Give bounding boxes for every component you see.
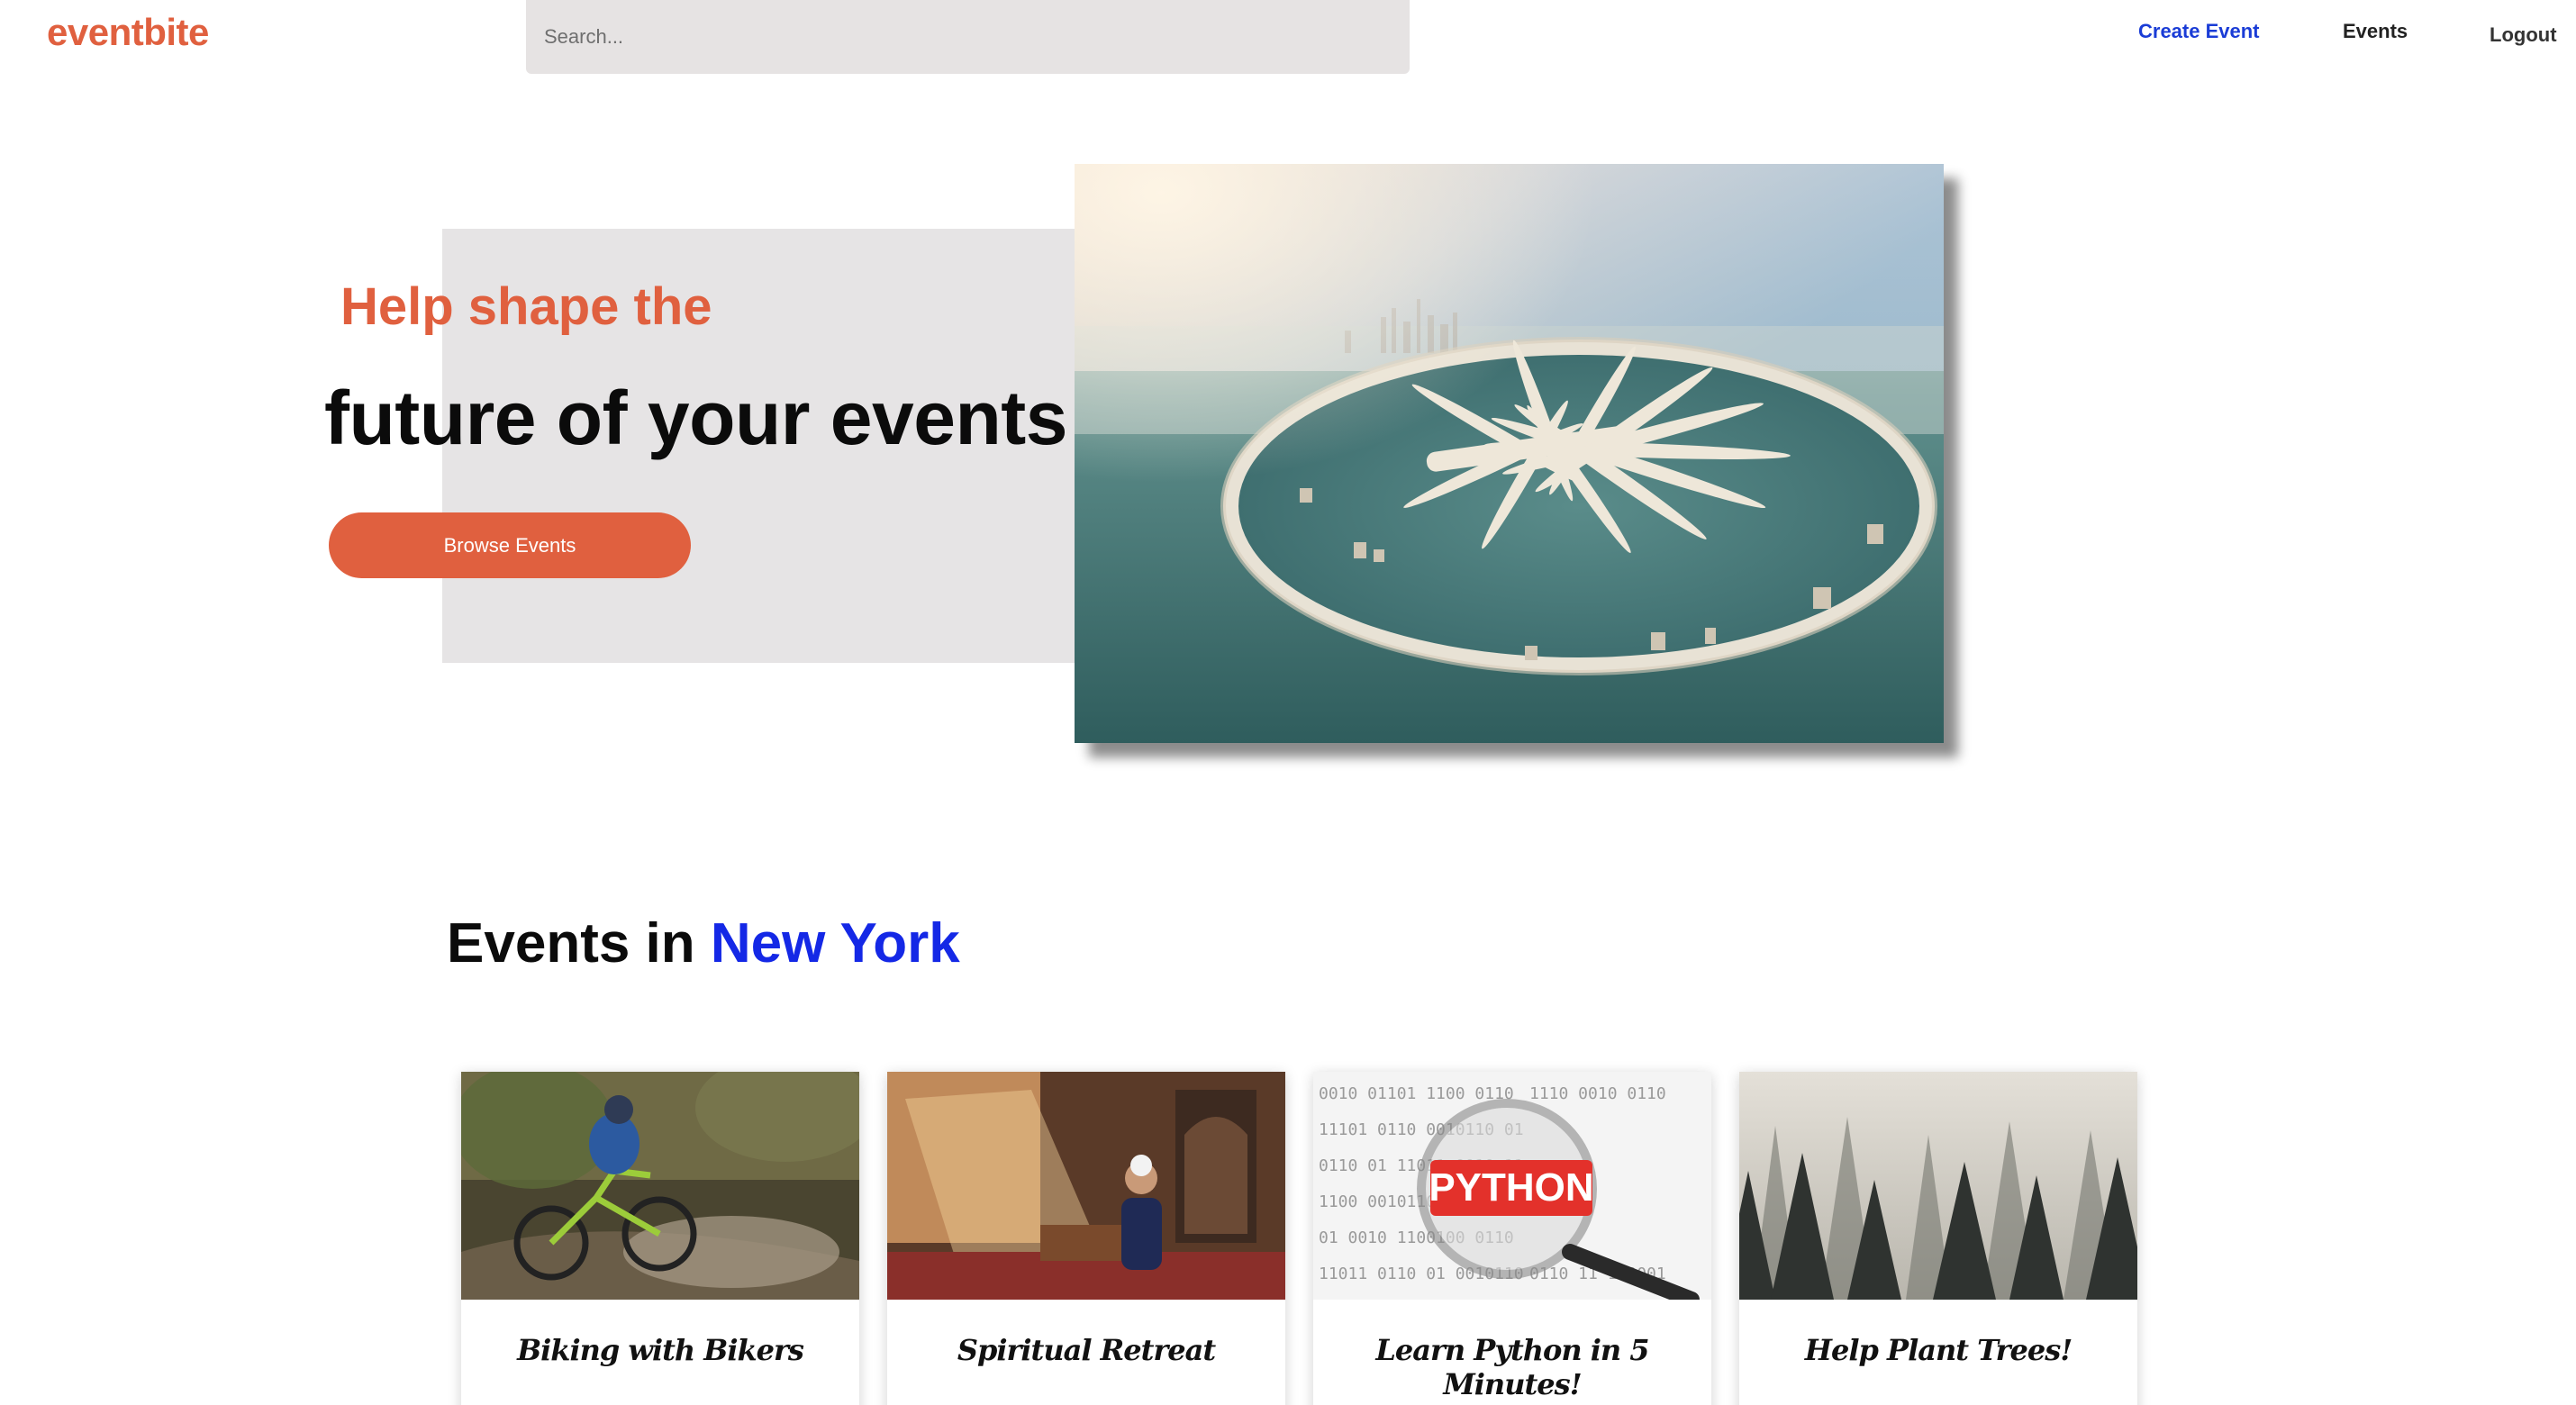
hero-subtitle: Help shape the [340, 277, 712, 336]
search-bar [526, 0, 1410, 74]
svg-text:0010 01101 1100 0110: 0010 01101 1100 0110 [1319, 1084, 1514, 1103]
event-card-learn-python[interactable]: 0010 01101 1100 0110 11101 0110 0010110 … [1313, 1072, 1711, 1405]
brand-logo[interactable]: eventbite [47, 9, 209, 56]
event-image-biking [461, 1072, 859, 1300]
python-badge-text: PYTHON [1429, 1165, 1593, 1210]
hero-title: future of your events [324, 376, 1067, 460]
mountain-bike-illustration [461, 1072, 859, 1300]
section-city[interactable]: New York [711, 912, 960, 974]
search-input[interactable] [526, 0, 1410, 74]
section-title-prefix: Events in [447, 912, 695, 974]
event-card-spiritual-retreat[interactable]: Spiritual Retreat [887, 1072, 1285, 1405]
python-magnifier-illustration: 0010 01101 1100 0110 11101 0110 0010110 … [1313, 1072, 1711, 1300]
event-title: Learn Python in 5 Minutes! [1375, 1333, 1649, 1401]
event-title: Biking with Bikers [517, 1333, 804, 1367]
event-card-plant-trees[interactable]: Help Plant Trees! [1739, 1072, 2137, 1405]
event-image-retreat [887, 1072, 1285, 1300]
event-title: Spiritual Retreat [957, 1333, 1216, 1367]
prayer-room-illustration [887, 1072, 1285, 1300]
palm-island-illustration [1075, 164, 1944, 743]
nav-create-event-link[interactable]: Create Event [2138, 20, 2260, 43]
misty-forest-illustration [1739, 1072, 2137, 1300]
browse-events-button[interactable]: Browse Events [329, 512, 691, 578]
event-card-biking[interactable]: Biking with Bikers [461, 1072, 859, 1405]
section-title: Events in New York [447, 908, 960, 980]
nav-events-link[interactable]: Events [2343, 20, 2408, 43]
nav-logout-link[interactable]: Logout [2490, 23, 2557, 47]
event-title: Help Plant Trees! [1804, 1333, 2073, 1367]
event-image-python: 0010 01101 1100 0110 11101 0110 0010110 … [1313, 1072, 1711, 1300]
hero-image-palm-island [1075, 164, 1944, 743]
event-image-trees [1739, 1072, 2137, 1300]
svg-text:1110 0010 0110: 1110 0010 0110 [1529, 1084, 1666, 1103]
